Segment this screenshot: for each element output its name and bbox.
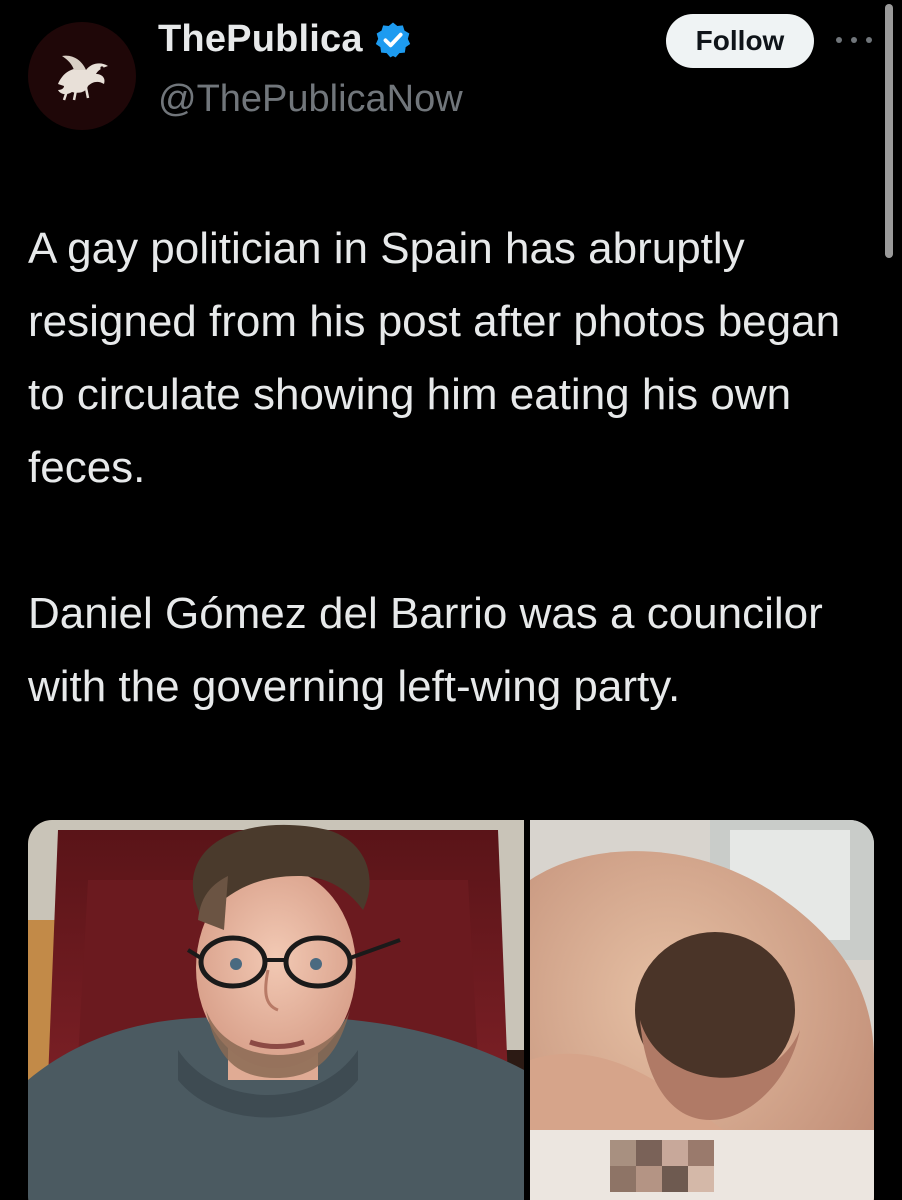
verified-badge-icon <box>375 22 410 57</box>
griffin-logo-icon <box>58 55 108 101</box>
media-photo-left[interactable] <box>28 820 524 1200</box>
tweet-card: ThePublica @ThePublicaNow Follow A gay p… <box>0 0 902 1200</box>
tweet-paragraph-2: Daniel Gómez del Barrio was a councilor … <box>28 589 823 711</box>
dot <box>836 37 842 43</box>
tweet-paragraph-1: A gay politician in Spain has abruptly r… <box>28 224 841 492</box>
author-name-row: ThePublica <box>158 18 413 61</box>
tweet-header: ThePublica @ThePublicaNow Follow <box>0 0 902 258</box>
author-display-name[interactable]: ThePublica <box>158 18 363 61</box>
media-photo-right[interactable] <box>530 820 874 1200</box>
media-grid <box>28 820 874 1200</box>
avatar[interactable] <box>28 22 136 130</box>
man-with-glasses-photo <box>28 820 524 1200</box>
author-handle[interactable]: @ThePublicaNow <box>158 78 463 121</box>
tweet-body: A gay politician in Spain has abruptly r… <box>28 212 868 723</box>
dot <box>866 37 872 43</box>
scrollbar[interactable] <box>885 4 893 258</box>
pixelated-photo <box>530 820 874 1200</box>
more-options-icon[interactable] <box>836 28 872 52</box>
follow-button[interactable]: Follow <box>666 14 814 68</box>
dot <box>851 37 857 43</box>
